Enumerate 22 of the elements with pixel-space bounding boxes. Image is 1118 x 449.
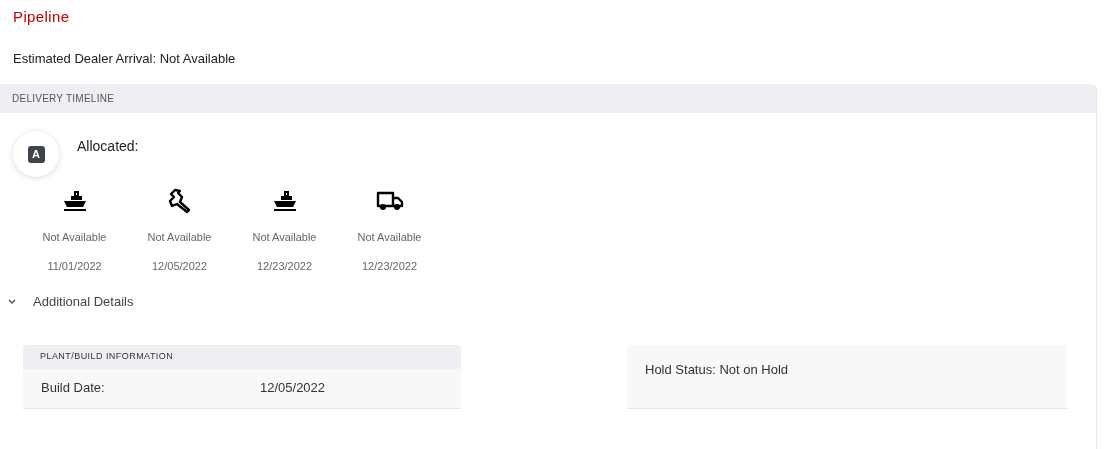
status-badge: A: [27, 145, 45, 163]
milestone-status: Not Available: [252, 230, 317, 245]
page-title: Pipeline: [13, 7, 70, 27]
milestone-status: Not Available: [357, 230, 422, 245]
milestone-status: Not Available: [147, 230, 212, 245]
estimated-arrival: Estimated Dealer Arrival: Not Available: [13, 49, 236, 68]
milestone-status: Not Available: [42, 230, 107, 245]
milestone-date: 11/01/2022: [47, 258, 102, 274]
hold-status: Hold Status: Not on Hold: [645, 361, 789, 377]
additional-details-toggle[interactable]: Additional Details: [6, 292, 134, 312]
ship-icon: [61, 190, 88, 212]
wrench-icon: [166, 188, 193, 214]
milestone-date: 12/23/2022: [361, 258, 418, 274]
status-label: Allocated:: [77, 137, 139, 156]
section-header: DELIVERY TIMELINE: [0, 84, 1096, 113]
ship-icon: [271, 190, 298, 212]
field-value: 12/05/2022: [260, 379, 326, 398]
field-label: Build Date:: [41, 379, 106, 398]
milestone-date: 12/23/2022: [256, 258, 313, 274]
truck-icon: [375, 190, 404, 212]
milestone-date: 12/05/2022: [151, 258, 208, 274]
card-header: PLANT/BUILD INFORMATION: [23, 344, 461, 369]
